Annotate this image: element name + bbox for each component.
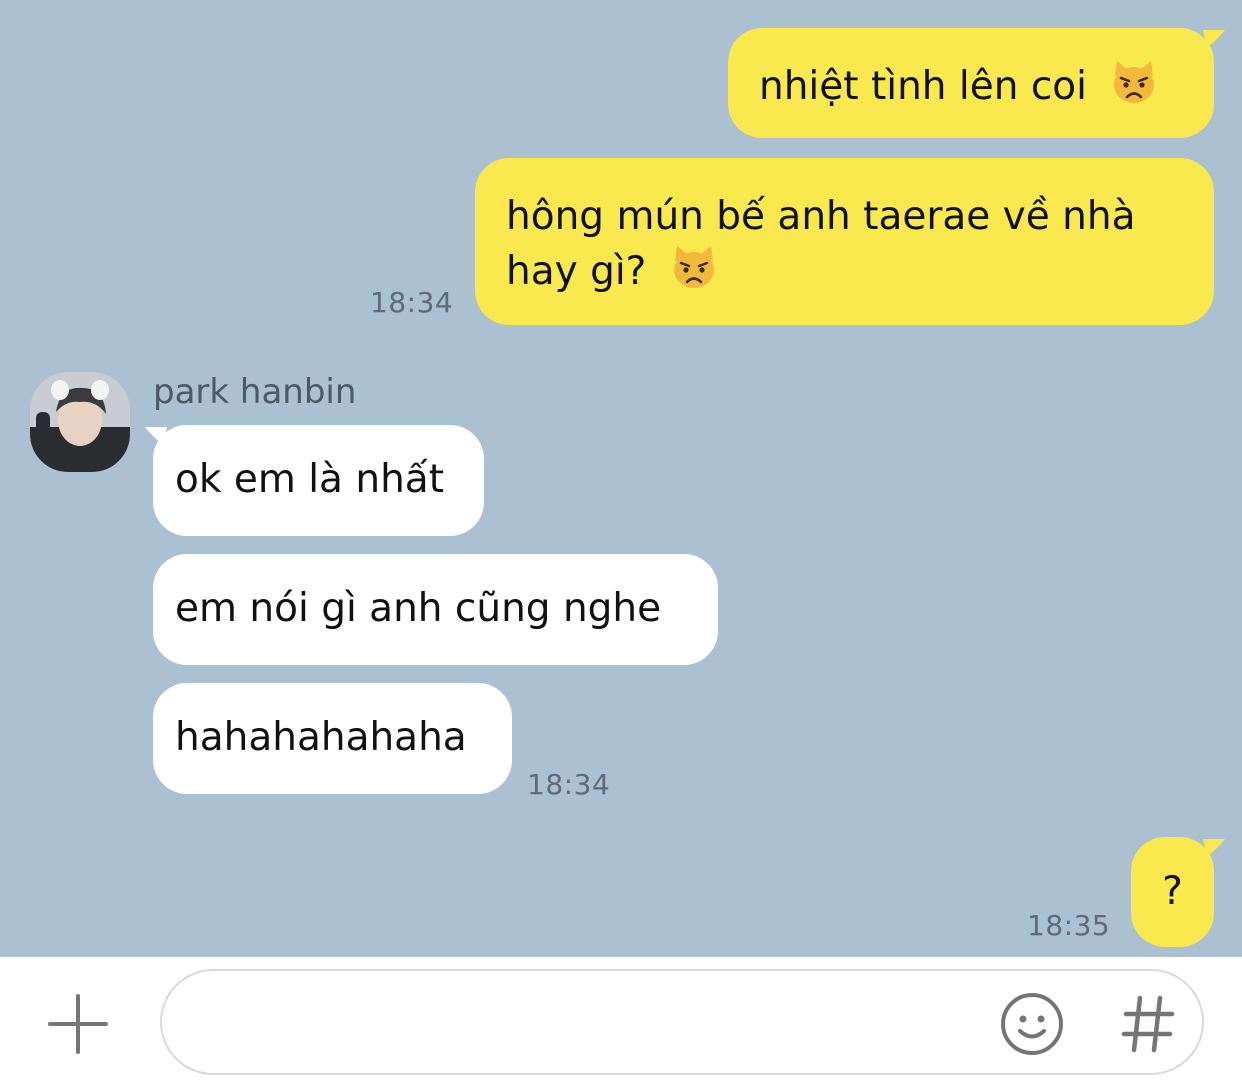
chat-area[interactable]: nhiệt tình lên coi hông mún bế anh taera… <box>0 0 1242 957</box>
pouting-cat-face-icon <box>1114 61 1155 103</box>
message-text: em nói gì anh cũng nghe <box>175 586 662 631</box>
message-timestamp: 18:35 <box>1027 909 1111 942</box>
message-timestamp: 18:34 <box>370 286 454 319</box>
outgoing-message-bubble[interactable]: ? <box>1131 837 1214 947</box>
sender-name: park hanbin <box>153 372 357 412</box>
incoming-message-bubble[interactable]: ok em là nhất <box>153 425 484 536</box>
bubble-tail <box>1203 30 1225 48</box>
message-text: hay gì? <box>506 249 647 294</box>
incoming-message-bubble[interactable]: em nói gì anh cũng nghe <box>153 554 718 665</box>
message-text: hông mún bế anh taerae về nhà <box>506 194 1136 239</box>
pouting-cat-face-icon <box>673 246 714 288</box>
bubble-tail <box>1203 839 1225 857</box>
message-text: ? <box>1162 869 1183 914</box>
incoming-message-bubble[interactable]: hahahahahaha <box>153 683 512 794</box>
avatar[interactable] <box>30 372 130 472</box>
avatar-photo <box>30 372 130 472</box>
message-timestamp: 18:34 <box>527 768 611 801</box>
hashtag-icon[interactable] <box>1118 990 1178 1058</box>
smiley-icon[interactable] <box>998 990 1066 1058</box>
outgoing-message-bubble[interactable]: nhiệt tình lên coi <box>728 28 1214 138</box>
message-text: nhiệt tình lên coi <box>759 64 1087 109</box>
outgoing-message-bubble[interactable]: hông mún bế anh taerae về nhà hay gì? <box>475 158 1214 325</box>
message-text: ok em là nhất <box>175 457 444 502</box>
plus-icon[interactable] <box>44 990 112 1058</box>
message-text: hahahahahaha <box>175 715 467 760</box>
